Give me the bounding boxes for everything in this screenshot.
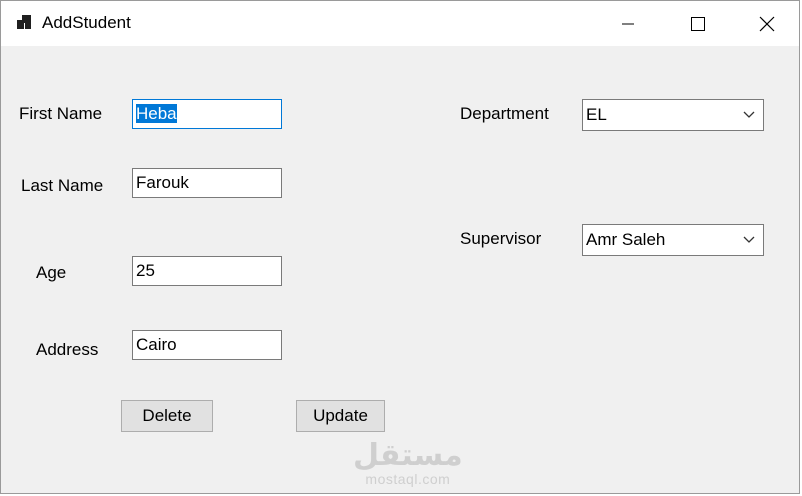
first-name-label: First Name: [19, 104, 103, 123]
title-bar[interactable]: AddStudent: [1, 1, 799, 46]
address-value: Cairo: [136, 335, 177, 354]
watermark: مستقل mostaql.com: [353, 439, 463, 488]
close-icon: [759, 16, 775, 31]
minimize-button[interactable]: [593, 1, 663, 46]
address-label: Address: [36, 340, 99, 359]
department-dropdown[interactable]: EL: [582, 99, 764, 131]
address-field[interactable]: Cairo: [132, 330, 282, 360]
department-label: Department: [460, 104, 549, 123]
minimize-icon: [622, 23, 634, 24]
add-student-window: AddStudent First Name Last Name Age Addr…: [0, 0, 800, 494]
chevron-down-icon: [743, 236, 755, 243]
age-field[interactable]: 25: [132, 256, 282, 286]
last-name-value: Farouk: [136, 173, 189, 192]
supervisor-label: Supervisor: [460, 229, 542, 248]
maximize-button[interactable]: [663, 1, 733, 46]
supervisor-value: Amr Saleh: [586, 230, 666, 249]
first-name-field[interactable]: Heba: [132, 99, 282, 129]
app-window-icon: [15, 13, 35, 33]
age-label: Age: [36, 263, 67, 282]
watermark-arabic: مستقل: [353, 439, 463, 472]
watermark-latin: mostaql.com: [365, 471, 451, 487]
delete-button[interactable]: Delete: [121, 400, 213, 432]
maximize-icon: [691, 16, 705, 31]
department-value: EL: [586, 105, 607, 124]
last-name-label: Last Name: [21, 176, 104, 195]
first-name-value: Heba: [136, 104, 177, 123]
chevron-down-icon: [743, 111, 755, 118]
close-button[interactable]: [732, 1, 802, 46]
window-title: AddStudent: [42, 13, 131, 32]
age-value: 25: [136, 261, 155, 280]
last-name-field[interactable]: Farouk: [132, 168, 282, 198]
supervisor-dropdown[interactable]: Amr Saleh: [582, 224, 764, 256]
update-button[interactable]: Update: [296, 400, 385, 432]
